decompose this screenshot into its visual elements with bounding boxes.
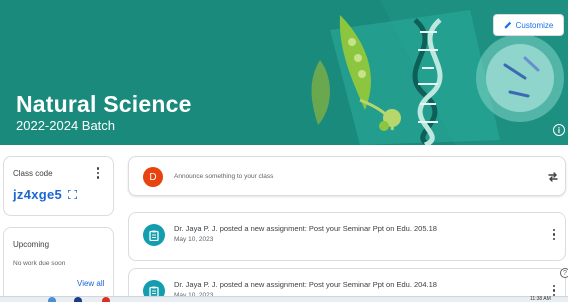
class-section: 2022-2024 Batch	[16, 118, 116, 133]
more-vert-icon[interactable]	[550, 228, 558, 241]
view-all-link[interactable]: View all	[77, 279, 104, 288]
more-vert-icon[interactable]	[94, 166, 102, 180]
info-icon[interactable]: i	[553, 124, 565, 136]
upcoming-title: Upcoming	[13, 240, 50, 249]
avatar: D	[143, 167, 163, 187]
customize-label: Customize	[515, 20, 554, 30]
taskbar-app-icon[interactable]	[102, 297, 110, 302]
taskbar-app-icon[interactable]	[74, 297, 82, 302]
post-date: May 10, 2023	[174, 236, 214, 243]
upcoming-empty-text: No work due soon	[13, 260, 66, 267]
taskbar-clock: 11:38 AM	[530, 296, 551, 302]
customize-button[interactable]: Customize	[493, 14, 564, 36]
upcoming-card: Upcoming No work due soon View all	[3, 227, 114, 302]
announce-box[interactable]: D Announce something to your class	[128, 156, 566, 196]
class-code-card: Class code jz4xge5	[3, 156, 114, 216]
post-title[interactable]: Dr. Jaya P. J. posted a new assignment: …	[174, 224, 437, 233]
repost-icon[interactable]	[547, 171, 559, 183]
assignment-icon	[143, 224, 165, 246]
class-code-label: Class code	[13, 169, 53, 178]
class-code-value: jz4xge5	[13, 187, 63, 202]
help-icon[interactable]: ?	[560, 268, 568, 278]
class-banner: Natural Science 2022-2024 Batch Customiz…	[0, 0, 568, 145]
os-taskbar	[0, 296, 568, 302]
class-title: Natural Science	[16, 91, 192, 117]
post-title[interactable]: Dr. Jaya P. J. posted a new assignment: …	[174, 280, 437, 289]
taskbar-app-icon[interactable]	[48, 297, 56, 302]
announce-placeholder[interactable]: Announce something to your class	[174, 173, 273, 180]
fullscreen-icon[interactable]	[68, 190, 77, 199]
stream-post[interactable]: Dr. Jaya P. J. posted a new assignment: …	[128, 212, 566, 261]
pencil-icon	[504, 21, 511, 29]
